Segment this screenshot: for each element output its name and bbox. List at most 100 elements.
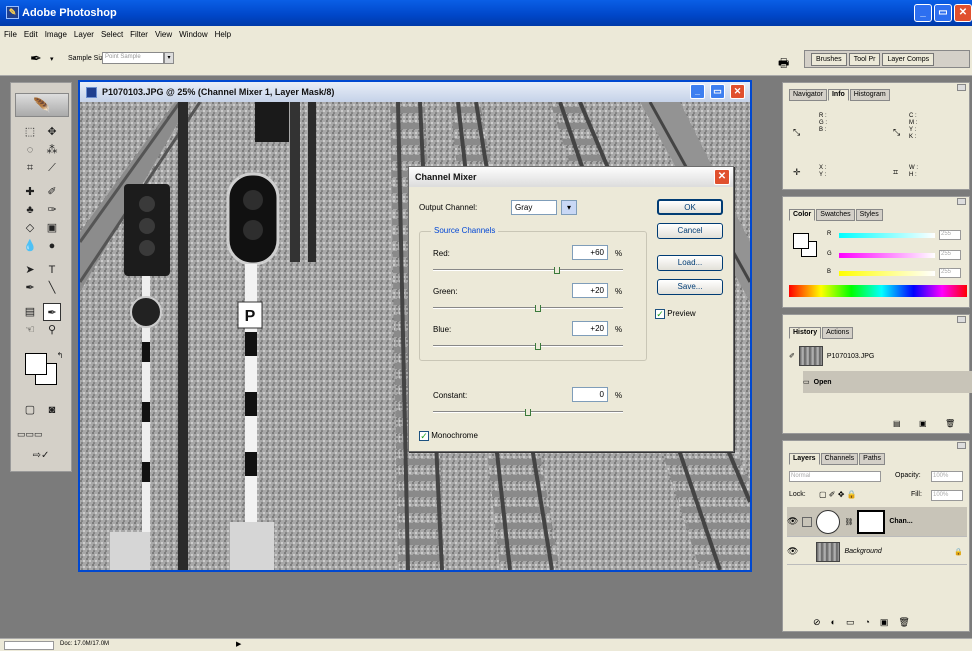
- red-slider[interactable]: [433, 267, 623, 274]
- layer-mask-thumbnail[interactable]: [857, 509, 886, 534]
- layer-mask-link-icon[interactable]: ⛓: [844, 518, 853, 526]
- doc-close-icon[interactable]: ✕: [730, 84, 745, 99]
- marquee-tool-icon[interactable]: ⬚: [21, 123, 39, 141]
- palette-tab-brushes[interactable]: Brushes: [811, 52, 847, 66]
- close-icon[interactable]: ✕: [954, 4, 972, 22]
- swap-colors-icon[interactable]: ↰: [51, 347, 69, 365]
- dialog-close-icon[interactable]: ✕: [714, 169, 730, 185]
- green-slider[interactable]: [433, 305, 623, 312]
- blue-slider-thumb[interactable]: [534, 343, 541, 350]
- blue-color-slider[interactable]: [839, 271, 935, 276]
- green-color-slider[interactable]: [839, 253, 935, 258]
- history-brush-icon[interactable]: ✐: [789, 352, 795, 360]
- tab-navigator[interactable]: Navigator: [789, 89, 827, 101]
- quick-mask-mode-icon[interactable]: ◙: [43, 401, 61, 419]
- menu-filter[interactable]: Filter: [130, 30, 148, 39]
- blur-tool-icon[interactable]: 💧: [21, 237, 39, 255]
- pen-tool-icon[interactable]: ✒: [21, 279, 39, 297]
- load-button[interactable]: Load...: [657, 255, 723, 271]
- foreground-color-swatch[interactable]: [793, 233, 809, 249]
- maximize-icon[interactable]: ▭: [934, 4, 952, 22]
- panel-menu-icon[interactable]: [957, 84, 966, 91]
- ok-button[interactable]: OK: [657, 199, 723, 215]
- tab-history[interactable]: History: [789, 327, 822, 339]
- preview-checkbox[interactable]: ✓: [655, 309, 665, 319]
- menu-image[interactable]: Image: [45, 30, 67, 39]
- eyedropper-tool-icon[interactable]: ✒: [43, 303, 61, 321]
- tab-color[interactable]: Color: [789, 209, 816, 221]
- screen-mode-icons[interactable]: ▭▭▭: [17, 425, 43, 443]
- menu-select[interactable]: Select: [101, 30, 123, 39]
- standard-mode-icon[interactable]: ▢: [21, 401, 39, 419]
- eye-icon[interactable]: 👁: [787, 546, 798, 557]
- tab-paths[interactable]: Paths: [859, 453, 886, 465]
- palette-tab-tool-presets[interactable]: Tool Pr: [848, 52, 881, 66]
- trash-icon[interactable]: 🗑: [945, 419, 955, 428]
- layer-row-channel-mixer[interactable]: 👁 ⛓ Chan...: [787, 507, 967, 537]
- red-value[interactable]: 255: [939, 230, 961, 240]
- lasso-tool-icon[interactable]: ◌: [21, 141, 39, 159]
- chevron-down-icon[interactable]: ▾: [164, 52, 174, 64]
- doc-maximize-icon[interactable]: ▭: [710, 84, 725, 99]
- file-browser-icon[interactable]: 🖶: [778, 54, 789, 75]
- notes-tool-icon[interactable]: ▤: [21, 303, 39, 321]
- tab-channels[interactable]: Channels: [820, 453, 859, 465]
- status-menu-arrow-icon[interactable]: ▶: [236, 640, 241, 648]
- tool-preset-arrow-icon[interactable]: ▾: [50, 55, 54, 63]
- constant-input[interactable]: 0: [572, 387, 608, 402]
- dodge-tool-icon[interactable]: ●: [43, 237, 61, 255]
- red-color-slider[interactable]: [839, 233, 935, 238]
- hand-tool-icon[interactable]: ☜: [21, 321, 39, 339]
- line-tool-icon[interactable]: ╲: [43, 279, 61, 297]
- history-snapshot-row[interactable]: ✐ P1070103.JPG: [789, 345, 965, 367]
- blue-slider[interactable]: [433, 343, 623, 350]
- green-input[interactable]: +20: [572, 283, 608, 298]
- cancel-button[interactable]: Cancel: [657, 223, 723, 239]
- layer-row-background[interactable]: 👁 Background 🔒: [787, 539, 967, 565]
- red-input[interactable]: +60: [572, 245, 608, 260]
- crop-tool-icon[interactable]: ⌗: [21, 159, 39, 177]
- menu-help[interactable]: Help: [215, 30, 231, 39]
- new-document-from-state-icon[interactable]: ▤: [893, 419, 901, 428]
- eye-icon[interactable]: 👁: [787, 516, 798, 527]
- menu-file[interactable]: File: [4, 30, 17, 39]
- panel-menu-icon[interactable]: [957, 316, 966, 323]
- menu-edit[interactable]: Edit: [24, 30, 38, 39]
- red-slider-thumb[interactable]: [553, 267, 560, 274]
- output-channel-select[interactable]: Gray: [511, 200, 557, 215]
- path-selection-tool-icon[interactable]: ➤: [21, 261, 39, 279]
- blue-value[interactable]: 255: [939, 268, 961, 278]
- layer-link-icon[interactable]: [802, 516, 813, 527]
- layer-action-icons[interactable]: ⊘◐▭◔▣🗑: [813, 617, 920, 628]
- menu-window[interactable]: Window: [179, 30, 207, 39]
- healing-brush-tool-icon[interactable]: ✚: [21, 183, 39, 201]
- gradient-tool-icon[interactable]: ▣: [43, 219, 61, 237]
- panel-menu-icon[interactable]: [957, 198, 966, 205]
- constant-slider[interactable]: [433, 409, 623, 416]
- move-tool-icon[interactable]: ✥: [43, 123, 61, 141]
- eyedropper-icon[interactable]: ✒: [30, 50, 42, 67]
- zoom-tool-icon[interactable]: ⚲: [43, 321, 61, 339]
- palette-tab-layer-comps[interactable]: Layer Comps: [882, 52, 935, 66]
- chevron-down-icon[interactable]: ▾: [561, 200, 577, 215]
- menu-view[interactable]: View: [155, 30, 172, 39]
- lock-icons[interactable]: ▢ ✐ ✥ 🔒: [819, 490, 857, 499]
- clone-stamp-tool-icon[interactable]: ♣: [21, 201, 39, 219]
- eraser-tool-icon[interactable]: ◇: [21, 219, 39, 237]
- new-snapshot-icon[interactable]: ▣: [919, 419, 927, 428]
- monochrome-checkbox[interactable]: ✓: [419, 431, 429, 441]
- brush-tool-icon[interactable]: ✐: [43, 183, 61, 201]
- sample-size-select[interactable]: Point Sample: [102, 52, 164, 64]
- tab-swatches[interactable]: Swatches: [816, 209, 855, 221]
- menu-layer[interactable]: Layer: [74, 30, 94, 39]
- tab-histogram[interactable]: Histogram: [849, 89, 890, 101]
- foreground-color-swatch[interactable]: [25, 353, 47, 375]
- opacity-input[interactable]: 100%: [931, 471, 963, 482]
- doc-minimize-icon[interactable]: _: [690, 84, 705, 99]
- constant-slider-thumb[interactable]: [525, 409, 531, 416]
- tab-info[interactable]: Info: [827, 89, 849, 101]
- type-tool-icon[interactable]: T: [43, 261, 61, 279]
- panel-menu-icon[interactable]: [957, 442, 966, 449]
- green-slider-thumb[interactable]: [534, 305, 541, 312]
- layer-link-icon[interactable]: [802, 547, 812, 557]
